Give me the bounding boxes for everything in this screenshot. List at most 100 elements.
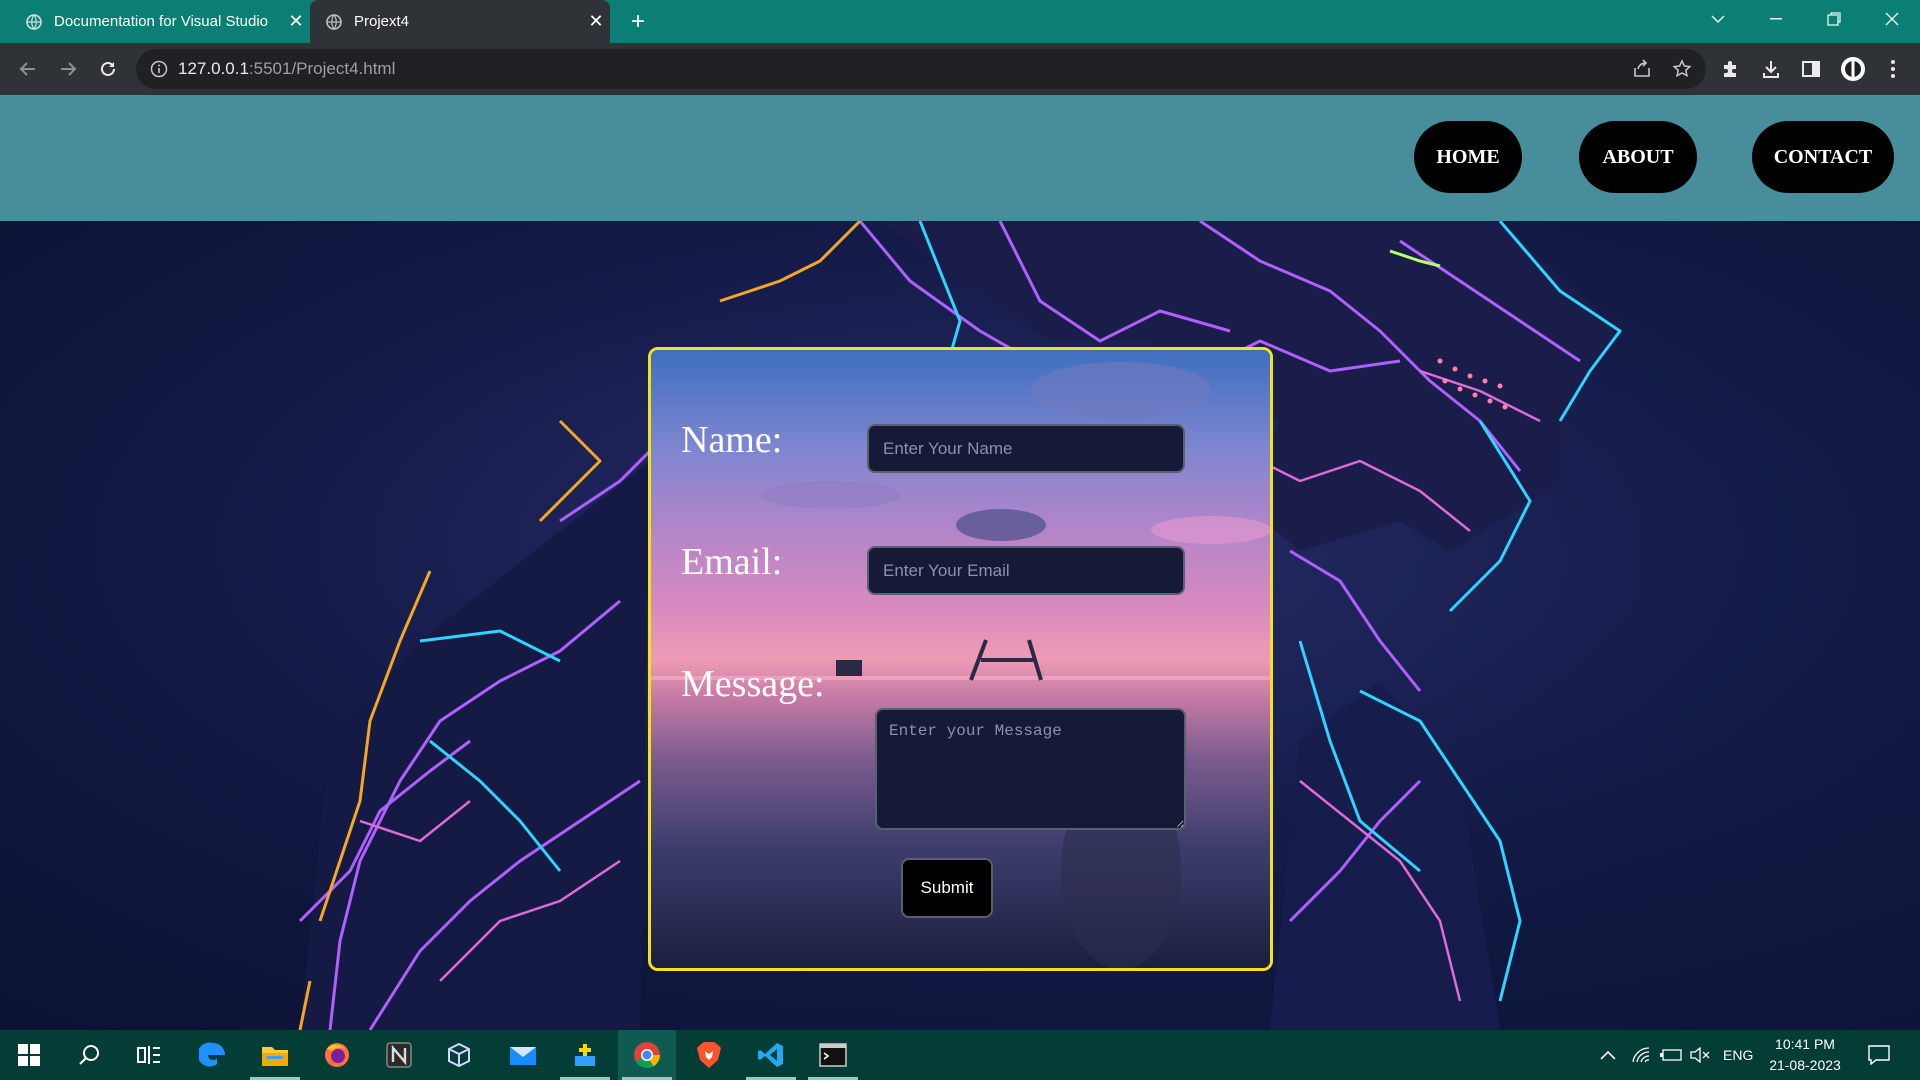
profile-icon <box>1841 57 1865 81</box>
profile-button[interactable] <box>1840 56 1866 82</box>
taskbar-app-notion[interactable] <box>370 1030 428 1080</box>
minimize-icon <box>1770 18 1782 20</box>
app-icon <box>575 1044 595 1066</box>
minimize-button[interactable] <box>1748 0 1804 38</box>
taskbar-app-mail[interactable] <box>494 1030 552 1080</box>
close-tab-icon[interactable]: ✕ <box>582 11 610 32</box>
bookmark-button[interactable] <box>1669 56 1695 82</box>
message-textarea[interactable] <box>875 708 1186 830</box>
mail-icon <box>510 1047 536 1065</box>
tab-search-button[interactable] <box>1690 0 1746 38</box>
chevron-up-icon <box>1600 1050 1616 1060</box>
downloads-button[interactable] <box>1758 56 1784 82</box>
globe-icon <box>26 13 42 30</box>
taskbar-app-vscode[interactable] <box>742 1030 800 1080</box>
star-icon <box>1672 59 1692 78</box>
name-label: Name: <box>681 419 783 461</box>
network-status[interactable] <box>1632 1030 1650 1080</box>
taskbar-app-chrome[interactable] <box>618 1030 676 1080</box>
taskbar-app-firefox[interactable] <box>308 1030 366 1080</box>
web-page: HOME ABOUT CONTACT Name: Email: Message:… <box>0 95 1920 1030</box>
extensions-button[interactable] <box>1718 56 1744 82</box>
message-label: Message: <box>681 663 825 705</box>
taskbar-app-brave[interactable] <box>680 1030 738 1080</box>
edge-icon <box>199 1042 225 1067</box>
search-button[interactable] <box>60 1030 118 1080</box>
file-explorer-icon <box>262 1047 288 1066</box>
close-tab-icon[interactable]: ✕ <box>282 11 310 32</box>
back-button[interactable] <box>12 53 44 85</box>
submit-button[interactable]: Submit <box>901 858 993 918</box>
address-bar[interactable]: 127.0.0.1:5501/Project4.html <box>136 49 1706 89</box>
share-icon <box>1634 59 1650 77</box>
url-text: 127.0.0.1:5501/Project4.html <box>178 59 395 79</box>
virtualbox-icon <box>448 1042 470 1068</box>
chrome-icon <box>634 1042 661 1069</box>
url-path: :5501/Project4.html <box>248 59 396 78</box>
start-button[interactable] <box>0 1030 58 1080</box>
info-icon[interactable] <box>150 60 168 78</box>
windows-taskbar: ENG 10:41 PM 21-08-2023 <box>0 1030 1920 1080</box>
input-language[interactable]: ENG <box>1723 1030 1753 1080</box>
forward-arrow-icon <box>61 62 77 76</box>
browser-toolbar: 127.0.0.1:5501/Project4.html <box>0 43 1920 95</box>
back-arrow-icon <box>19 62 35 76</box>
email-label: Email: <box>681 541 783 583</box>
browser-title-bar: Documentation for Visual Studio ✕ Projex… <box>0 0 1920 43</box>
task-view-button[interactable] <box>120 1030 178 1080</box>
new-tab-button[interactable]: + <box>624 8 652 36</box>
terminal-icon <box>819 1043 847 1067</box>
nav-home-link[interactable]: HOME <box>1414 121 1522 193</box>
restore-button[interactable] <box>1806 0 1862 38</box>
tab-documentation[interactable]: Documentation for Visual Studio ✕ <box>10 0 310 43</box>
email-input[interactable] <box>867 546 1185 595</box>
globe-icon <box>326 13 342 30</box>
contact-form-card: Name: Email: Message: Submit <box>648 347 1273 971</box>
tab-projext4[interactable]: Projext4 ✕ <box>310 0 610 43</box>
brave-icon <box>697 1042 721 1068</box>
nav-contact-link[interactable]: CONTACT <box>1752 121 1894 193</box>
share-button[interactable] <box>1629 56 1655 82</box>
taskbar-app-file-explorer[interactable] <box>246 1030 304 1080</box>
taskbar-app-edge[interactable] <box>184 1030 242 1080</box>
chevron-down-icon <box>1711 15 1725 24</box>
firefox-icon <box>325 1043 349 1067</box>
action-center-button[interactable] <box>1868 1030 1890 1080</box>
wifi-icon <box>1632 1047 1650 1063</box>
taskbar-app-misc[interactable] <box>556 1030 614 1080</box>
forward-button[interactable] <box>52 53 84 85</box>
close-window-button[interactable] <box>1864 0 1920 38</box>
vscode-icon <box>758 1043 783 1067</box>
search-icon <box>79 1045 99 1065</box>
battery-icon <box>1660 1049 1682 1061</box>
tab-title: Projext4 <box>354 13 410 30</box>
volume-muted-icon <box>1690 1047 1710 1063</box>
reload-button[interactable] <box>92 53 124 85</box>
menu-icon <box>1891 60 1895 78</box>
task-view-icon <box>137 1046 160 1064</box>
name-input[interactable] <box>867 424 1185 473</box>
side-panel-button[interactable] <box>1798 56 1824 82</box>
clock-time: 10:41 PM <box>1775 1036 1835 1052</box>
clock-date: 21-08-2023 <box>1769 1057 1841 1073</box>
windows-start-icon <box>18 1044 40 1066</box>
nav-about-link[interactable]: ABOUT <box>1579 121 1697 193</box>
battery-status[interactable] <box>1660 1030 1682 1080</box>
show-hidden-icons-button[interactable] <box>1600 1030 1616 1080</box>
system-clock[interactable]: 10:41 PM 21-08-2023 <box>1755 1034 1855 1076</box>
close-icon <box>1885 12 1899 26</box>
restore-icon <box>1827 12 1841 26</box>
taskbar-app-virtualbox[interactable] <box>430 1030 488 1080</box>
sidepanel-icon <box>1802 61 1820 77</box>
extensions-icon <box>1724 61 1736 77</box>
download-icon <box>1763 61 1779 78</box>
url-host: 127.0.0.1 <box>178 59 249 78</box>
taskbar-app-terminal[interactable] <box>804 1030 862 1080</box>
reload-icon <box>101 61 115 76</box>
menu-button[interactable] <box>1880 56 1906 82</box>
tab-title: Documentation for Visual Studio <box>54 13 269 30</box>
notion-icon <box>386 1042 412 1068</box>
volume-control[interactable] <box>1690 1030 1710 1080</box>
site-navbar: HOME ABOUT CONTACT <box>0 95 1920 221</box>
notification-icon <box>1868 1045 1890 1065</box>
